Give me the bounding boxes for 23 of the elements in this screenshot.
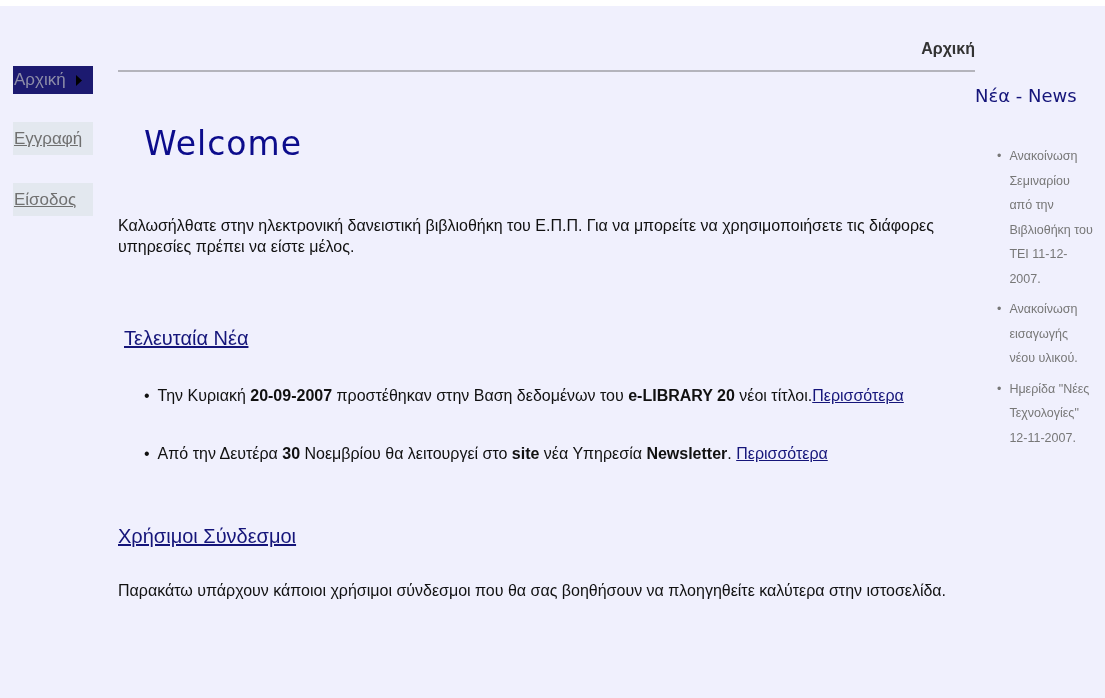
news-item: Την Κυριακή 20-09-2007 προστέθηκαν στην Βαση δεδομένων του e-LIBRARY 20 νέοι τίτλοι.: [157, 387, 813, 404]
announcement-item[interactable]: Ημερίδα "Νέες Τεχνολογίες" 12-11-2007.: [1009, 376, 1096, 450]
bullet: •: [997, 301, 1002, 318]
caret-icon: [75, 74, 82, 86]
more-link[interactable]: Περισσότερα: [812, 387, 904, 404]
breadcrumb: Αρχική: [920, 39, 975, 58]
bullet: •: [144, 443, 150, 464]
welcome-title: Welcome: [144, 124, 302, 163]
more-link[interactable]: Περισσότερα: [736, 444, 828, 462]
latest-news-link[interactable]: Τελευταία Νέα: [124, 327, 249, 350]
announcement-item[interactable]: Ανακοίνωση εισαγωγής νέου υλικού.: [1009, 297, 1096, 371]
sidebar-item[interactable]: Αρχική: [13, 66, 93, 94]
announcement-item[interactable]: Ανακοίνωση Σεμιναρίου από την Βιβλιοθήκη του ΤΕΙ 11-12-2007.: [1009, 144, 1096, 291]
sidebar-item[interactable]: Εγγραφή: [13, 122, 93, 155]
bullet: •: [997, 380, 1002, 397]
intro-text: Καλωσήλθατε στην ηλεκτρονική δανειστική βιβλιοθήκη του Ε.Π.Π. Για να μπορείτε να χρησιμοποιήσετε τις διάφορες υπηρεσίες πρέπει να είστε μέλος.: [118, 216, 935, 257]
bullet: •: [144, 386, 150, 406]
useful-links-text: Παρακάτω υπάρχουν κάποιοι χρήσιμοι σύνδεσμοι που θα σας βοηθήσουν να πλοηγηθείτε καλύτερα στην ιστοσελίδα.: [118, 580, 948, 601]
sidebar-item[interactable]: Είσοδος: [13, 183, 93, 216]
useful-links-link[interactable]: Χρήσιμοι Σύνδεσμοι: [118, 524, 297, 548]
news-item: Από την Δευτέρα 30 Νοεμβρίου θα λειτουργεί στο site νέα Υπηρεσία Newsletter.: [157, 444, 733, 462]
news-heading: Νέα - News: [975, 85, 1078, 106]
bullet: •: [997, 148, 1002, 165]
